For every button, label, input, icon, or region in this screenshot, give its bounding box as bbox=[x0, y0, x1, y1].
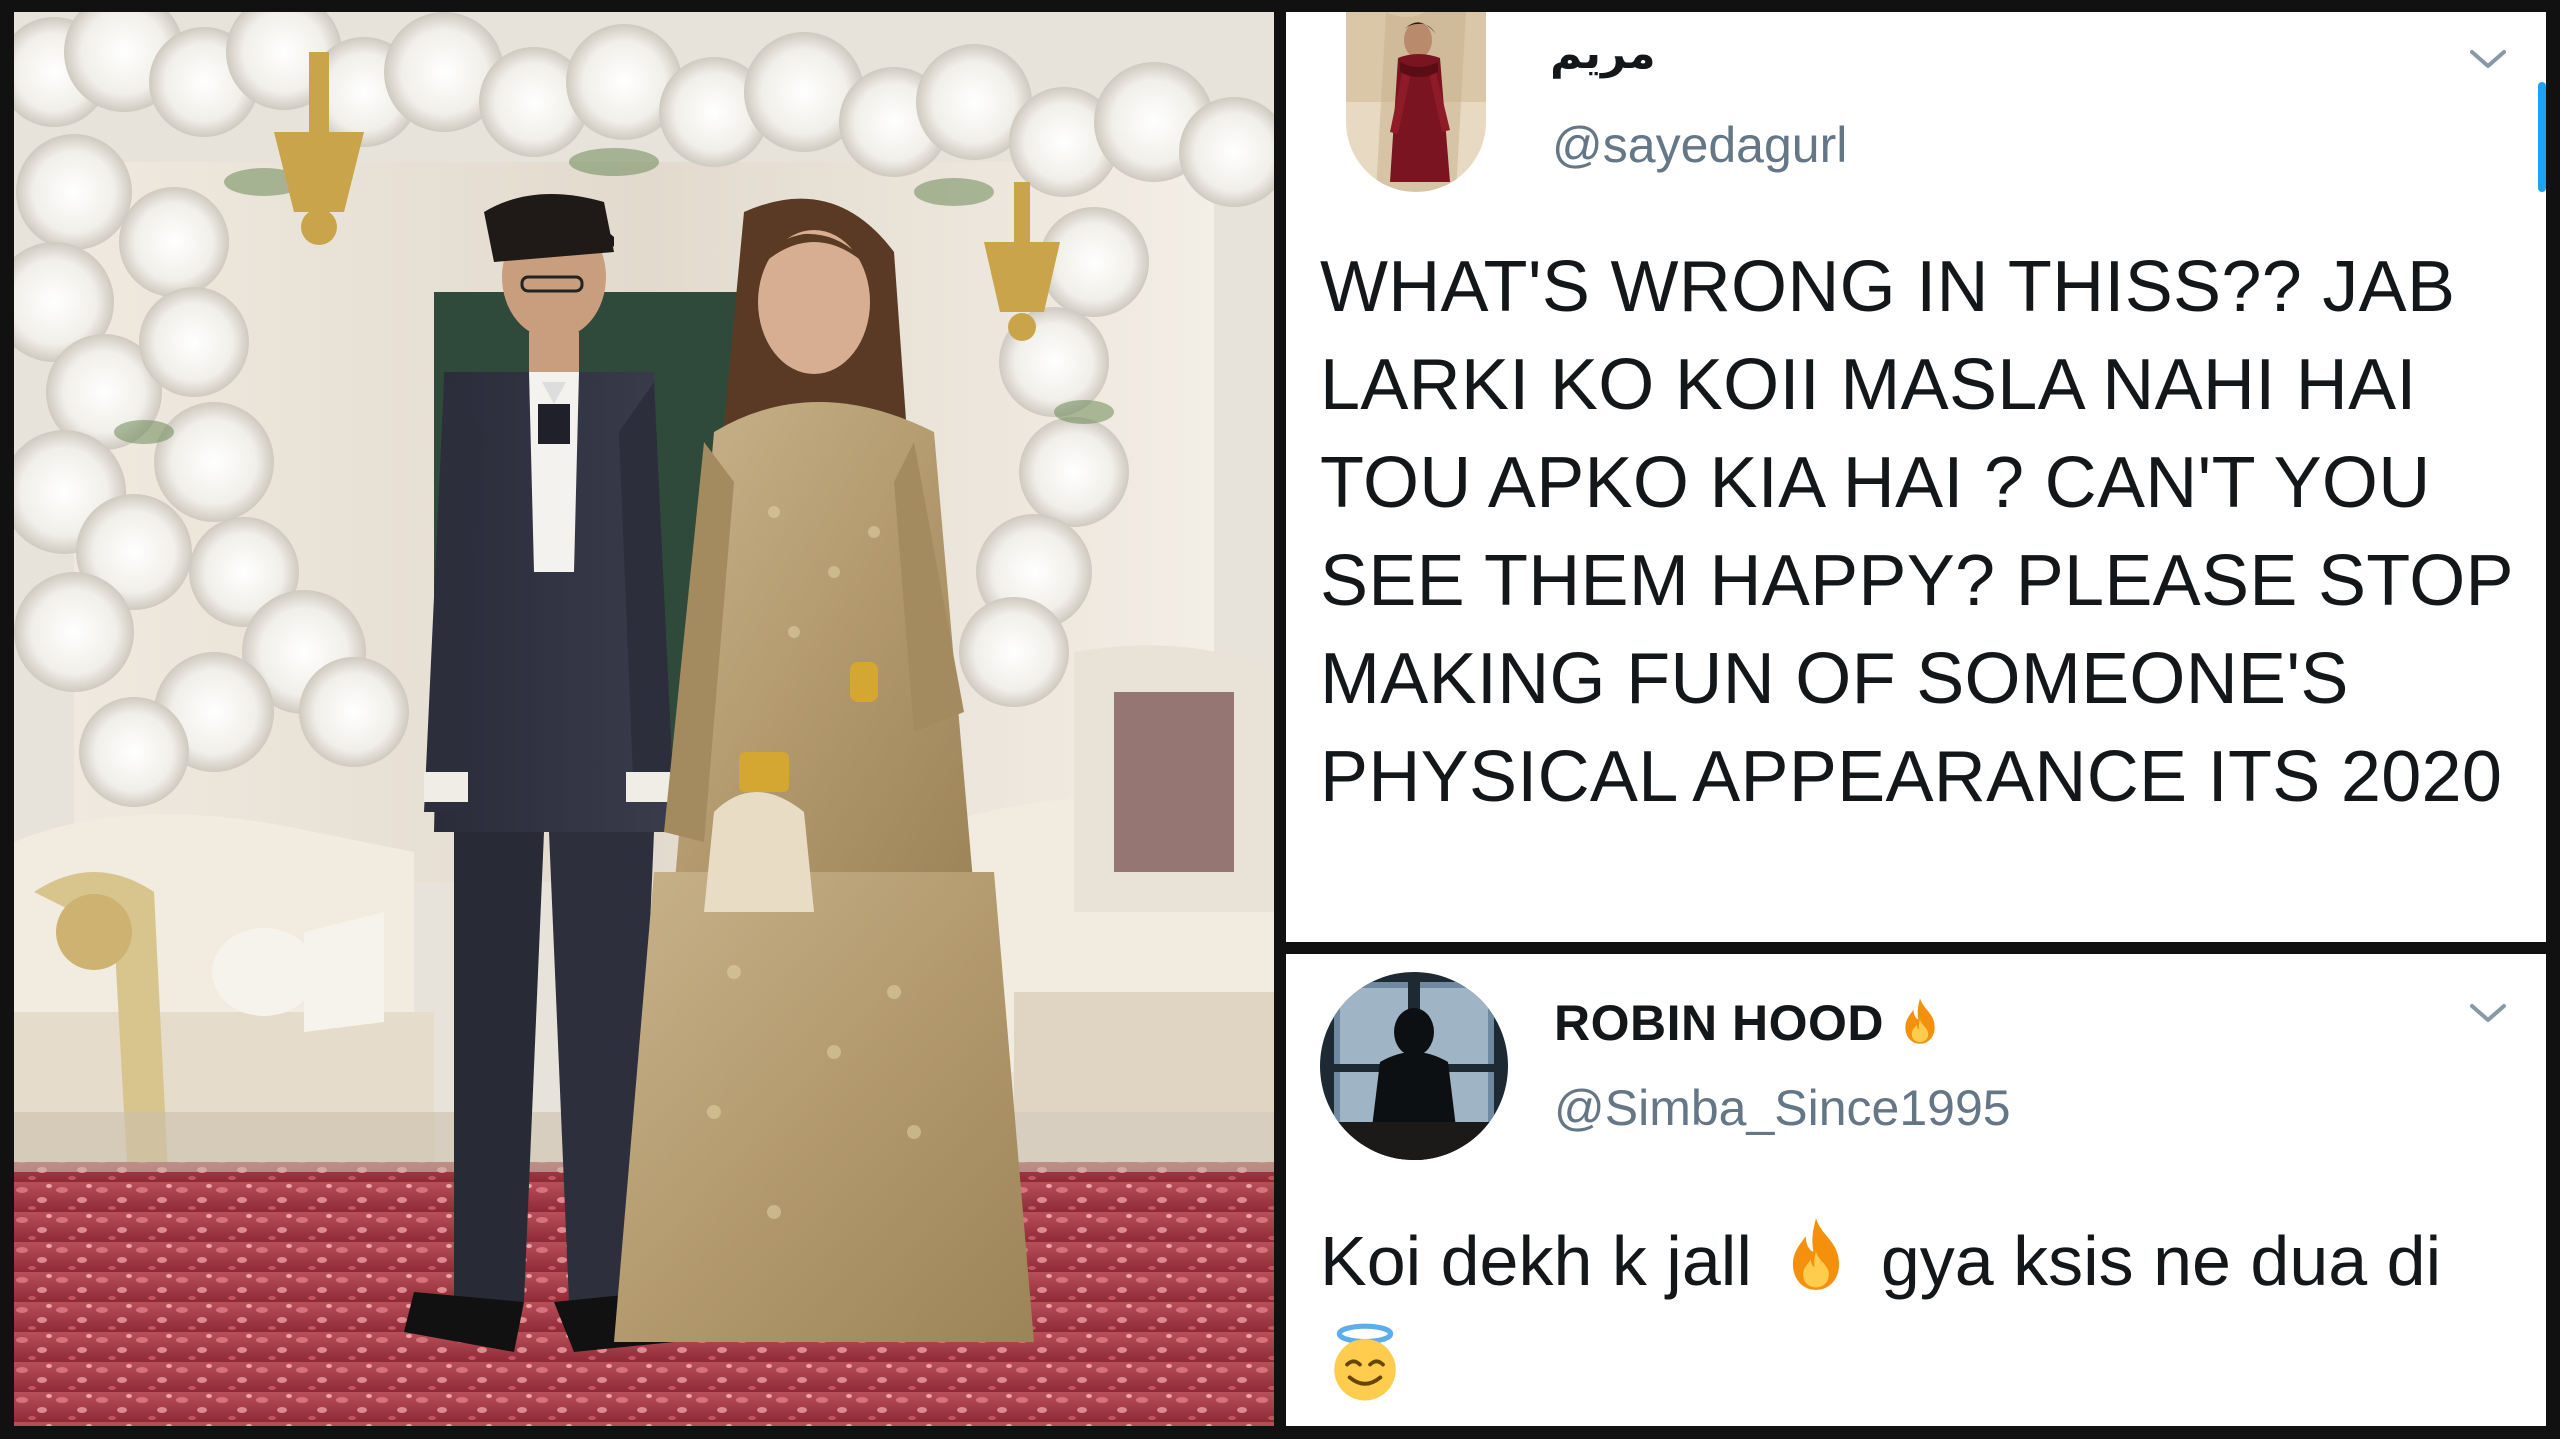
tweet-card-simba[interactable]: ROBIN HOOD @Simba_Since1995 Koi dekh k j… bbox=[1286, 954, 2546, 1426]
wedding-photo bbox=[14, 12, 1274, 1426]
scrollbar-accent bbox=[2538, 82, 2546, 192]
user-handle[interactable]: @Simba_Since1995 bbox=[1554, 1079, 2011, 1137]
fire-icon bbox=[1894, 995, 1946, 1059]
profile-photo-woman-icon bbox=[1346, 12, 1486, 192]
chevron-down-icon[interactable] bbox=[2468, 44, 2508, 74]
display-name[interactable]: ROBIN HOOD bbox=[1554, 994, 1946, 1059]
tweet-text: Koi dekh k jall gya ksis ne dua di bbox=[1320, 1212, 2520, 1428]
tweet-text-part2: gya ksis ne dua di bbox=[1880, 1222, 2442, 1300]
avatar-sayedagurl[interactable] bbox=[1346, 12, 1486, 192]
tweet-text: WHAT'S WRONG IN THISS?? JAB LARKI KO KOI… bbox=[1320, 247, 2513, 817]
display-name[interactable]: مريم bbox=[1550, 28, 1656, 79]
fire-icon bbox=[1775, 1213, 1857, 1320]
profile-photo-silhouette-icon bbox=[1320, 972, 1508, 1160]
display-name-text: ROBIN HOOD bbox=[1554, 995, 1884, 1051]
chevron-down-icon[interactable] bbox=[2468, 998, 2508, 1028]
tweet-text-part1: Koi dekh k jall bbox=[1320, 1222, 1752, 1300]
wedding-photo-illustration bbox=[14, 12, 1274, 1426]
smiling-face-with-halo-icon bbox=[1324, 1321, 1406, 1428]
user-handle[interactable]: @sayedagurl bbox=[1552, 116, 1847, 174]
tweet-card-sayedagurl[interactable]: مريم @sayedagurl WHAT'S WRONG IN THISS??… bbox=[1286, 12, 2546, 942]
avatar-simba[interactable] bbox=[1320, 972, 1508, 1160]
meme-collage: مريم @sayedagurl WHAT'S WRONG IN THISS??… bbox=[0, 0, 2560, 1439]
